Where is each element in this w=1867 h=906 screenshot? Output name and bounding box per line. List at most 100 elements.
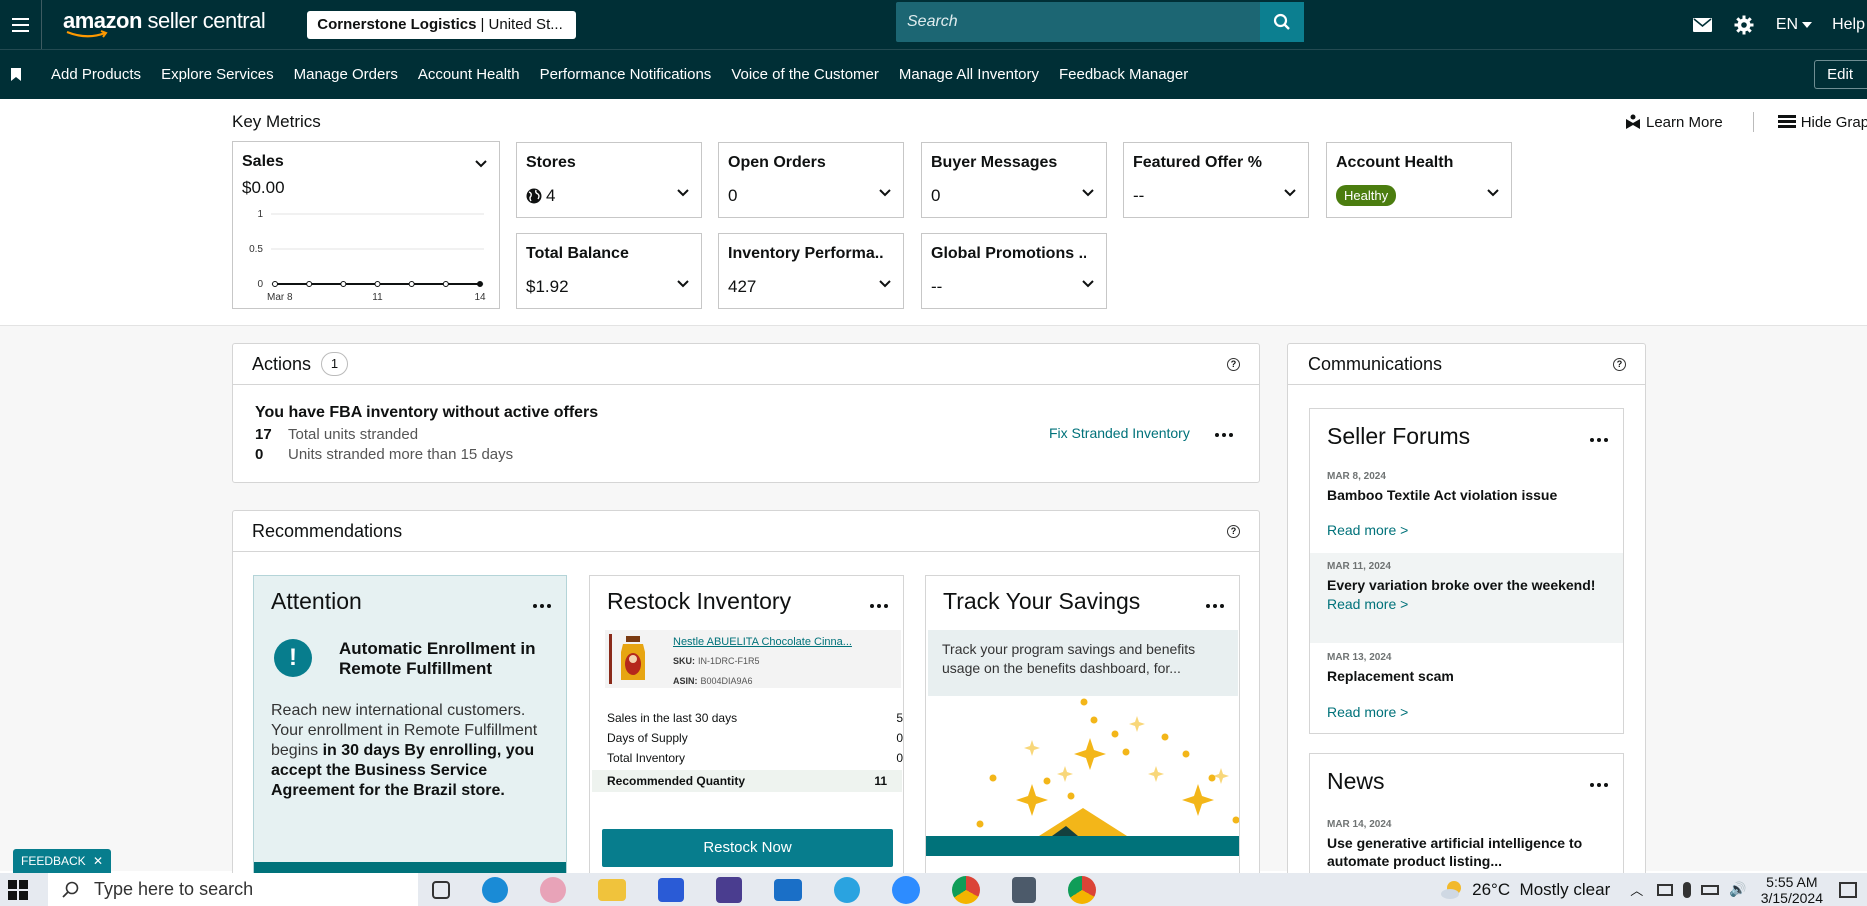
learn-more-link[interactable]: Learn More bbox=[1625, 114, 1723, 131]
post-title[interactable]: Bamboo Textile Act violation issue bbox=[1327, 486, 1606, 504]
calculator-icon[interactable] bbox=[1012, 876, 1036, 903]
sales-data-point[interactable] bbox=[374, 281, 381, 287]
store-icon[interactable] bbox=[658, 877, 684, 902]
file-explorer-icon[interactable] bbox=[598, 878, 626, 901]
fix-stranded-inventory-link[interactable]: Fix Stranded Inventory bbox=[1049, 425, 1190, 441]
communications-title: Communications bbox=[1308, 353, 1443, 374]
network-icon[interactable] bbox=[1657, 883, 1674, 896]
global-promotions-value: -- bbox=[931, 277, 943, 296]
news-card: News MAR 14, 2024 Use generative artific… bbox=[1309, 753, 1624, 882]
search-input[interactable] bbox=[896, 13, 1256, 31]
help-icon[interactable]: ? bbox=[1613, 358, 1626, 371]
mail-icon[interactable] bbox=[1692, 17, 1712, 32]
zoom-icon[interactable] bbox=[892, 875, 920, 904]
clock[interactable]: 5:55 AM 3/15/2024 bbox=[1761, 874, 1823, 906]
help-link[interactable]: Help bbox=[1832, 16, 1865, 34]
sales-chart: 1 0.5 0 Mar 8 11 14 bbox=[249, 209, 486, 303]
sales-data-point[interactable] bbox=[442, 281, 449, 287]
nav-performance-notifications[interactable]: Performance Notifications bbox=[540, 66, 712, 83]
total-inventory-label: Total Inventory bbox=[607, 751, 686, 765]
total-balance-value: $1.92 bbox=[526, 277, 569, 296]
header-actions: EN Help bbox=[1692, 0, 1867, 49]
mail-app-icon[interactable] bbox=[774, 878, 802, 901]
logo-seller-central: seller central bbox=[141, 8, 266, 33]
recommended-quantity-row: Recommended Quantity 11 bbox=[592, 770, 902, 792]
edge-icon[interactable] bbox=[482, 876, 508, 903]
search-icon bbox=[62, 881, 79, 898]
more-options-icon[interactable] bbox=[1215, 433, 1233, 437]
search-button[interactable] bbox=[1260, 2, 1304, 42]
volume-icon[interactable]: 🔊 bbox=[1729, 881, 1746, 898]
windows-start-icon[interactable] bbox=[8, 879, 28, 900]
task-view-icon[interactable] bbox=[432, 880, 450, 899]
more-options-icon[interactable] bbox=[1590, 438, 1608, 442]
y-tick-label: 0 bbox=[257, 279, 263, 290]
read-more-link[interactable]: Read more > bbox=[1327, 596, 1606, 612]
taskbar-search[interactable]: Type here to search bbox=[48, 873, 418, 906]
nav-feedback-manager[interactable]: Feedback Manager bbox=[1059, 66, 1188, 83]
chrome-icon[interactable] bbox=[1068, 875, 1096, 904]
recommendations-header: Recommendations ? bbox=[233, 511, 1259, 552]
store-selector[interactable]: Cornerstone Logistics | United St... bbox=[307, 10, 577, 39]
buyer-messages-value: 0 bbox=[931, 186, 941, 205]
sales-data-point[interactable] bbox=[272, 281, 278, 287]
bookmark-icon[interactable] bbox=[11, 68, 21, 81]
restock-title: Restock Inventory bbox=[607, 588, 792, 614]
app-icon[interactable] bbox=[540, 876, 566, 903]
post-title[interactable]: Replacement scam bbox=[1327, 667, 1606, 685]
account-health-metric-card[interactable]: Account Health Healthy bbox=[1326, 142, 1512, 218]
restock-now-button[interactable]: Restock Now bbox=[602, 829, 893, 867]
chevron-up-icon[interactable]: ︿ bbox=[1630, 880, 1643, 899]
post-title[interactable]: Use generative artificial intelligence t… bbox=[1327, 834, 1606, 870]
sales-data-point[interactable] bbox=[340, 281, 347, 287]
total-balance-metric-card[interactable]: Total Balance $1.92 bbox=[516, 233, 702, 309]
stranded-15-label: Units stranded more than 15 days bbox=[288, 446, 514, 463]
nav-explore-services[interactable]: Explore Services bbox=[161, 66, 274, 83]
menu-icon[interactable] bbox=[0, 0, 42, 49]
stores-metric-card[interactable]: Stores 4 bbox=[516, 142, 702, 218]
open-orders-metric-card[interactable]: Open Orders 0 bbox=[718, 142, 904, 218]
nav-manage-orders[interactable]: Manage Orders bbox=[294, 66, 398, 83]
restock-inventory-card: Restock Inventory Nestle ABUELITA Chocol… bbox=[589, 575, 904, 879]
sales-data-point[interactable] bbox=[408, 281, 415, 287]
read-more-link[interactable]: Read more > bbox=[1327, 704, 1606, 720]
gear-icon[interactable] bbox=[1734, 15, 1754, 35]
healthy-badge: Healthy bbox=[1336, 185, 1397, 206]
close-icon[interactable]: ✕ bbox=[93, 854, 103, 868]
notifications-icon[interactable] bbox=[1839, 881, 1857, 898]
edit-nav-button[interactable]: Edit bbox=[1814, 60, 1867, 89]
feedback-tab[interactable]: FEEDBACK ✕ bbox=[13, 849, 112, 873]
featured-offer-metric-card[interactable]: Featured Offer % -- bbox=[1123, 142, 1309, 218]
post-date: MAR 14, 2024 bbox=[1327, 819, 1392, 830]
chevron-down-icon bbox=[879, 189, 891, 197]
sales-data-point[interactable] bbox=[306, 281, 313, 287]
language-selector[interactable]: EN bbox=[1776, 16, 1813, 34]
more-options-icon[interactable] bbox=[1206, 604, 1224, 608]
post-title[interactable]: Every variation broke over the weekend! bbox=[1327, 576, 1606, 594]
action-item-title: You have FBA inventory without active of… bbox=[255, 404, 599, 421]
sales-metric-card[interactable]: Sales $0.00 1 0.5 0 Mar 8 11 14 bbox=[232, 141, 500, 309]
nav-account-health[interactable]: Account Health bbox=[418, 66, 520, 83]
buyer-messages-metric-card[interactable]: Buyer Messages 0 bbox=[921, 142, 1107, 218]
help-icon[interactable]: ? bbox=[1227, 358, 1240, 371]
seller-central-logo[interactable]: amazon seller central bbox=[63, 0, 266, 49]
inventory-performance-metric-card[interactable]: Inventory Performa... 427 bbox=[718, 233, 904, 309]
more-options-icon[interactable] bbox=[1590, 783, 1608, 787]
help-icon[interactable]: ? bbox=[1227, 525, 1240, 538]
telegram-icon[interactable] bbox=[834, 876, 860, 903]
nav-manage-all-inventory[interactable]: Manage All Inventory bbox=[899, 66, 1039, 83]
hide-graph-link[interactable]: Hide Graph bbox=[1777, 114, 1867, 131]
nav-voice-of-customer[interactable]: Voice of the Customer bbox=[731, 66, 879, 83]
more-options-icon[interactable] bbox=[870, 604, 888, 608]
global-promotions-metric-card[interactable]: Global Promotions ... -- bbox=[921, 233, 1107, 309]
product-name-link[interactable]: Nestle ABUELITA Chocolate Cinna... bbox=[673, 636, 852, 648]
battery-icon[interactable] bbox=[1701, 884, 1720, 895]
weather-text[interactable]: 26°C Mostly clear bbox=[1472, 880, 1610, 900]
chrome-icon[interactable] bbox=[952, 875, 980, 904]
sales-data-point[interactable] bbox=[477, 281, 483, 287]
app-icon[interactable] bbox=[716, 876, 742, 903]
more-options-icon[interactable] bbox=[533, 604, 551, 608]
microphone-icon[interactable] bbox=[1683, 881, 1692, 898]
nav-add-products[interactable]: Add Products bbox=[51, 66, 141, 83]
read-more-link[interactable]: Read more > bbox=[1327, 522, 1606, 538]
